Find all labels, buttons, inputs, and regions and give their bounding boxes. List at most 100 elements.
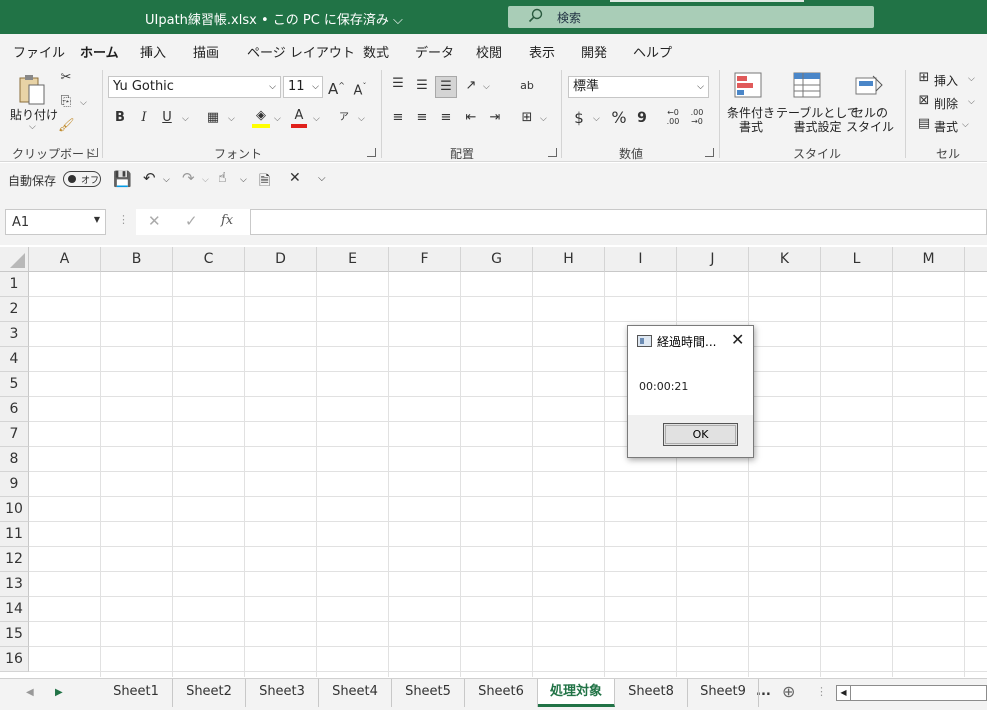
italic-button[interactable]: I bbox=[137, 110, 151, 126]
decrease-decimal-icon[interactable]: .00 →0 bbox=[688, 108, 706, 126]
tab-file[interactable]: ファイル bbox=[13, 42, 65, 61]
insert-dropdown-icon[interactable]: ⌵ bbox=[968, 74, 975, 84]
percent-button[interactable]: % bbox=[610, 110, 628, 126]
row-header-1[interactable]: 1 bbox=[0, 272, 29, 297]
font-color-dropdown-icon[interactable]: ⌵ bbox=[313, 114, 320, 124]
align-center-icon[interactable]: ≡ bbox=[414, 110, 430, 126]
touch-dropdown-icon[interactable]: ⌵ bbox=[240, 175, 247, 185]
row-header-11[interactable]: 11 bbox=[0, 522, 29, 547]
row-header-6[interactable]: 6 bbox=[0, 397, 29, 422]
tab-data[interactable]: データ bbox=[415, 42, 454, 61]
decrease-indent-icon[interactable]: ⇤ bbox=[463, 110, 479, 126]
clipboard-launcher-icon[interactable] bbox=[89, 148, 98, 157]
add-sheet-icon[interactable]: ⊕ bbox=[782, 682, 795, 701]
paste-button[interactable]: 貼り付け bbox=[10, 106, 58, 123]
increase-font-icon[interactable]: A^ bbox=[328, 78, 345, 97]
undo-icon[interactable]: ↶ bbox=[143, 169, 156, 187]
select-all-corner[interactable] bbox=[0, 247, 29, 272]
enter-icon[interactable]: ✓ bbox=[185, 212, 198, 230]
increase-indent-icon[interactable]: ⇥ bbox=[487, 110, 503, 126]
name-box[interactable]: A1 ▼ bbox=[5, 209, 106, 235]
align-right-icon[interactable]: ≡ bbox=[438, 110, 454, 126]
align-top-icon[interactable]: ☰ bbox=[390, 76, 406, 92]
merge-dropdown-icon[interactable]: ⌵ bbox=[540, 114, 547, 124]
undo-dropdown-icon[interactable]: ⌵ bbox=[163, 175, 170, 185]
row-header-16[interactable]: 16 bbox=[0, 647, 29, 672]
tab-page-layout[interactable]: ページ レイアウト bbox=[247, 42, 355, 61]
format-dropdown-icon[interactable]: ⌵ bbox=[962, 120, 969, 130]
highlight-icon[interactable]: ◈ bbox=[252, 108, 270, 128]
row-header-4[interactable]: 4 bbox=[0, 347, 29, 372]
insert-cells-button[interactable]: 挿入 bbox=[934, 72, 958, 89]
alignment-launcher-icon[interactable] bbox=[548, 148, 557, 157]
column-header-f[interactable]: F bbox=[389, 247, 461, 272]
copy-icon[interactable]: ⎘ bbox=[56, 94, 76, 110]
align-bottom-icon[interactable]: ☰ bbox=[435, 76, 457, 98]
sheet-tab-6[interactable]: Sheet6 bbox=[465, 679, 538, 707]
tab-insert[interactable]: 挿入 bbox=[140, 42, 166, 61]
cell-style-icon[interactable] bbox=[855, 72, 885, 100]
highlight-dropdown-icon[interactable]: ⌵ bbox=[274, 114, 281, 124]
splitter-handle-icon[interactable]: ⋮ bbox=[816, 685, 827, 698]
column-header-g[interactable]: G bbox=[461, 247, 533, 272]
cut-icon[interactable]: ✂ bbox=[58, 70, 74, 86]
spreadsheet-grid[interactable]: A B C D E F G H I J K L M 1 2 3 4 5 6 7 8 9 10 11 12 13 14 15 16 bbox=[0, 247, 987, 677]
tab-home[interactable]: ホーム bbox=[80, 42, 119, 67]
paste-icon[interactable] bbox=[17, 72, 47, 106]
redo-icon[interactable]: ↷ bbox=[182, 169, 195, 187]
number-format-select[interactable]: 標準 ⌵ bbox=[568, 76, 709, 98]
autosave-toggle[interactable]: オフ bbox=[63, 171, 101, 187]
format-painter-icon[interactable]: 🖌 bbox=[58, 118, 75, 134]
column-header-d[interactable]: D bbox=[245, 247, 317, 272]
borders-dropdown-icon[interactable]: ⌵ bbox=[228, 114, 235, 124]
prev-sheet-icon[interactable]: ◀ bbox=[26, 687, 34, 698]
currency-dropdown-icon[interactable]: ⌵ bbox=[593, 114, 600, 124]
phonetic-icon[interactable]: ア bbox=[337, 110, 351, 126]
row-header-8[interactable]: 8 bbox=[0, 447, 29, 472]
row-header-12[interactable]: 12 bbox=[0, 547, 29, 572]
merge-center-icon[interactable]: ⊞ bbox=[518, 110, 536, 126]
sheet-tab-3[interactable]: Sheet3 bbox=[246, 679, 319, 707]
align-left-icon[interactable]: ≡ bbox=[390, 110, 406, 126]
redo-dropdown-icon[interactable]: ⌵ bbox=[202, 175, 209, 185]
save-icon[interactable]: 💾 bbox=[113, 170, 132, 188]
font-color-icon[interactable]: A bbox=[291, 108, 307, 128]
delete-cells-icon[interactable]: ⊠ bbox=[916, 93, 932, 109]
row-header-5[interactable]: 5 bbox=[0, 372, 29, 397]
row-header-3[interactable]: 3 bbox=[0, 322, 29, 347]
column-header-k[interactable]: K bbox=[749, 247, 821, 272]
align-middle-icon[interactable]: ☰ bbox=[414, 78, 430, 94]
sheet-tab-5[interactable]: Sheet5 bbox=[392, 679, 465, 707]
touch-mode-icon[interactable]: ☝ bbox=[218, 170, 227, 186]
scroll-left-icon[interactable]: ◀ bbox=[837, 686, 851, 700]
borders-icon[interactable]: ▦ bbox=[205, 110, 221, 126]
insert-cells-icon[interactable]: ⊞ bbox=[916, 70, 932, 86]
column-header-j[interactable]: J bbox=[677, 247, 749, 272]
increase-decimal-icon[interactable]: ←0.00 bbox=[664, 108, 682, 126]
row-header-14[interactable]: 14 bbox=[0, 597, 29, 622]
delete-dropdown-icon[interactable]: ⌵ bbox=[968, 97, 975, 107]
drag-handle-icon[interactable]: ⋮ bbox=[118, 213, 129, 226]
column-header-l[interactable]: L bbox=[821, 247, 893, 272]
tab-review[interactable]: 校閲 bbox=[476, 42, 502, 61]
print-preview-icon[interactable]: 🗎 bbox=[259, 170, 270, 194]
wrap-text-icon[interactable]: ab bbox=[519, 78, 535, 94]
column-header-b[interactable]: B bbox=[101, 247, 173, 272]
column-header-c[interactable]: C bbox=[173, 247, 245, 272]
column-header-partial[interactable] bbox=[965, 247, 987, 272]
bold-button[interactable]: B bbox=[113, 110, 127, 126]
font-launcher-icon[interactable] bbox=[367, 148, 376, 157]
ok-button[interactable]: OK bbox=[663, 423, 738, 446]
underline-dropdown-icon[interactable]: ⌵ bbox=[182, 114, 189, 124]
row-header-2[interactable]: 2 bbox=[0, 297, 29, 322]
row-header-7[interactable]: 7 bbox=[0, 422, 29, 447]
insert-function-button[interactable]: fx bbox=[221, 213, 233, 228]
row-header-9[interactable]: 9 bbox=[0, 472, 29, 497]
conditional-format-icon[interactable] bbox=[734, 72, 764, 100]
sheet-tab-1[interactable]: Sheet1 bbox=[100, 679, 173, 707]
column-header-h[interactable]: H bbox=[533, 247, 605, 272]
format-table-icon[interactable] bbox=[793, 72, 823, 100]
comma-button[interactable]: 9 bbox=[636, 110, 648, 126]
delete-cells-button[interactable]: 削除 bbox=[934, 95, 958, 112]
next-sheet-icon[interactable]: ▶ bbox=[55, 687, 63, 698]
